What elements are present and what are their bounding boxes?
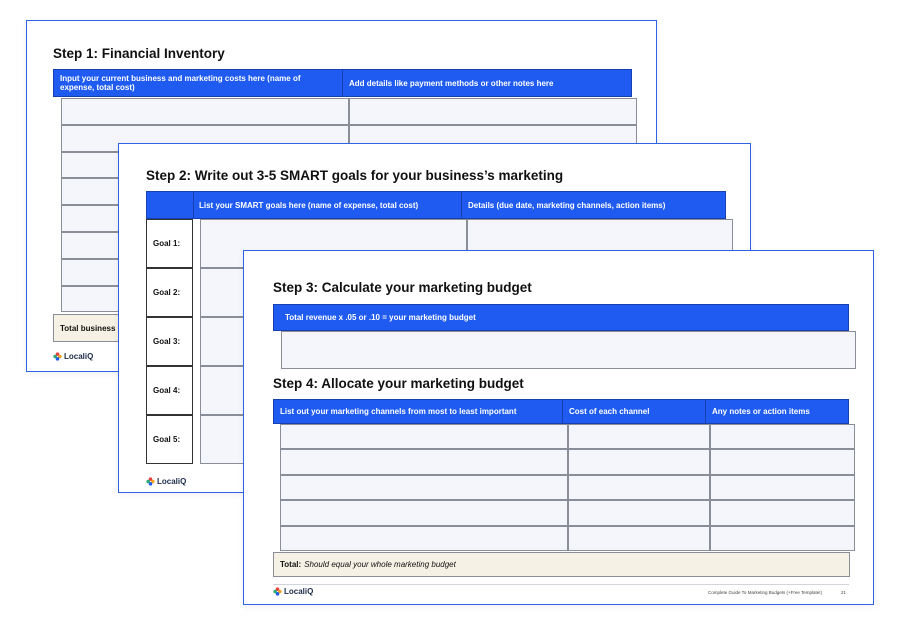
step-4-channel-cell[interactable] (280, 424, 568, 450)
step-1-notes-cell[interactable] (349, 98, 637, 125)
step-1-title: Step 1: Financial Inventory (53, 46, 225, 61)
localiq-flower-icon (273, 587, 282, 596)
step-3-budget-cell[interactable] (281, 331, 856, 369)
goal-label: Goal 5: (146, 415, 193, 464)
footer-page-number: 21 (841, 590, 847, 595)
step-4-cost-cell[interactable] (568, 424, 710, 450)
step-4-notes-cell[interactable] (710, 474, 855, 501)
step-1-header-col2: Add details like payment methods or othe… (349, 78, 554, 88)
localiq-flower-icon (146, 477, 155, 486)
total-description: Should equal your whole marketing budget (304, 560, 456, 569)
step-4-header-col3: Any notes or action items (712, 407, 810, 416)
goal-label: Goal 2: (146, 268, 193, 317)
footer-guide-title: Complete Guide To Marketing Budgets (+Fr… (708, 590, 823, 595)
step-4-cost-cell[interactable] (568, 525, 710, 551)
step-2-header-col2: Details (due date, marketing channels, a… (468, 200, 666, 210)
step-4-notes-cell[interactable] (710, 525, 855, 551)
step-4-channel-cell[interactable] (280, 449, 568, 475)
step-1-expense-cell[interactable] (61, 98, 349, 125)
step-4-channel-cell[interactable] (280, 474, 568, 501)
localiq-logo: LocaliQ (53, 352, 93, 361)
step-4-channel-cell[interactable] (280, 500, 568, 526)
step-4-cost-cell[interactable] (568, 500, 710, 526)
localiq-flower-icon (53, 352, 62, 361)
localiq-logo: LocaliQ (146, 477, 186, 486)
step-4-notes-cell[interactable] (710, 500, 855, 526)
goal-label: Goal 3: (146, 317, 193, 366)
step-4-cost-cell[interactable] (568, 449, 710, 475)
step-3-header: Total revenue x .05 or .10 = your market… (273, 304, 849, 331)
localiq-logo: LocaliQ (273, 587, 313, 596)
step-4-total-row: Total: Should equal your whole marketing… (273, 552, 850, 577)
step-3-title: Step 3: Calculate your marketing budget (273, 280, 532, 295)
goal-label: Goal 4: (146, 366, 193, 415)
step-1-header-col1: Input your current business and marketin… (60, 74, 301, 92)
step-1-table-header: Input your current business and marketin… (53, 69, 632, 97)
step-4-cost-cell[interactable] (568, 474, 710, 501)
step-4-header-col1: List out your marketing channels from mo… (280, 407, 517, 416)
step-4-channel-cell[interactable] (280, 525, 568, 551)
header-divider (193, 192, 194, 218)
step-2-title: Step 2: Write out 3-5 SMART goals for yo… (146, 168, 564, 183)
goal-label: Goal 1: (146, 219, 193, 268)
step-2-table-header: List your SMART goals here (name of expe… (146, 191, 726, 219)
step-4-header-col2: Cost of each channel (569, 407, 650, 416)
step-1-total-label: Total business (60, 323, 116, 333)
logo-text: LocaliQ (157, 477, 187, 486)
footer-divider (273, 584, 849, 585)
slide-step-3-4: Step 3: Calculate your marketing budget … (243, 250, 874, 605)
step-4-title: Step 4: Allocate your marketing budget (273, 376, 524, 391)
total-label: Total: (280, 560, 302, 569)
step-3-header-text: Total revenue x .05 or .10 = your market… (285, 313, 476, 322)
logo-text: LocaliQ (284, 587, 314, 596)
step-4-notes-cell[interactable] (710, 449, 855, 475)
step-2-header-col1: List your SMART goals here (name of expe… (199, 200, 419, 210)
logo-text: LocaliQ (64, 352, 94, 361)
step-4-notes-cell[interactable] (710, 424, 855, 450)
step-4-table-header: List out your marketing channels from mo… (273, 399, 849, 424)
